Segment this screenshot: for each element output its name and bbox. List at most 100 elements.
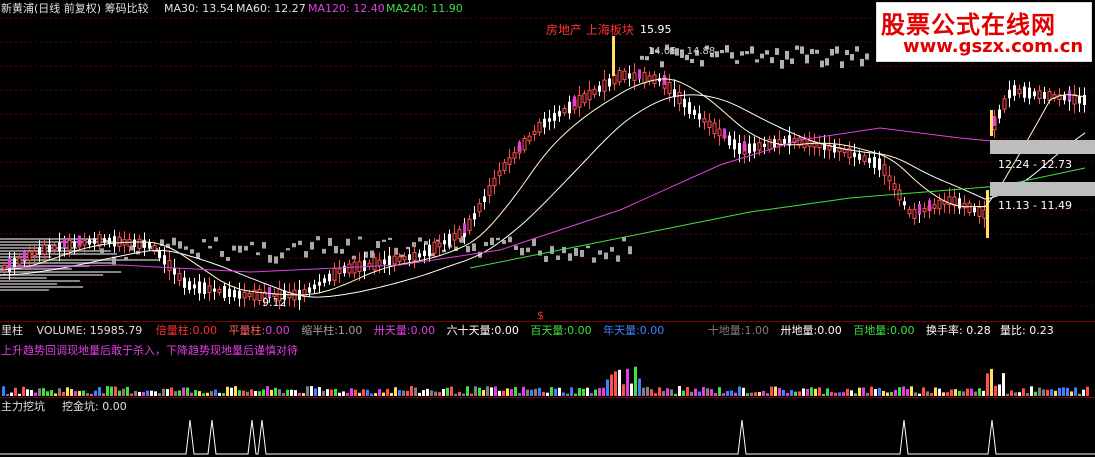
volume-bar — [1074, 387, 1077, 396]
range-box-lower — [990, 182, 1095, 196]
chip-bar — [328, 237, 332, 246]
chip-bar — [865, 53, 869, 60]
volume-bar — [382, 392, 385, 396]
candle-body — [223, 285, 226, 298]
candle-marker — [663, 75, 666, 85]
chip-bar — [805, 54, 809, 64]
volume-bar — [510, 389, 513, 396]
volume-chart[interactable] — [0, 338, 1095, 398]
chip-bar — [0, 253, 117, 255]
candle-body — [372, 257, 377, 271]
candle-body — [887, 175, 892, 182]
chip-bar — [845, 50, 849, 56]
volume-bar — [58, 388, 61, 396]
candle-body — [767, 138, 772, 151]
volume-bar — [1046, 389, 1049, 396]
volume-bar — [398, 390, 401, 396]
volume-bar — [758, 392, 761, 396]
chip-bar — [820, 60, 824, 68]
range-box-upper — [990, 140, 1095, 154]
candle-body — [388, 255, 391, 267]
candle-body — [483, 196, 486, 202]
volume-bar — [1034, 391, 1037, 396]
volume-bar — [522, 386, 525, 396]
candle-body — [647, 75, 652, 82]
candle-body — [817, 143, 822, 149]
chip-bar — [268, 254, 272, 263]
volume-bar — [230, 387, 233, 396]
candle-body — [998, 109, 1001, 119]
volume-bar — [466, 386, 469, 396]
candle-body — [133, 239, 136, 248]
volume-bar — [134, 391, 137, 396]
volume-bar — [1054, 390, 1057, 396]
chip-bar — [172, 237, 176, 246]
chip-bar — [538, 250, 542, 256]
volume-bar — [702, 387, 705, 396]
chip-bar — [830, 48, 834, 56]
volume-bar — [102, 393, 105, 396]
candle-body — [512, 152, 517, 159]
chip-bar — [346, 238, 350, 246]
volume-bar — [442, 388, 445, 396]
volume-bar — [794, 391, 797, 396]
chip-bar — [190, 249, 194, 254]
candle-body — [377, 259, 382, 267]
volume-bar — [1058, 387, 1061, 396]
candle-body — [207, 285, 212, 293]
candle-body — [602, 79, 607, 92]
volume-bar — [1022, 388, 1025, 396]
volume-bar — [594, 389, 597, 396]
volume-bar — [810, 387, 813, 396]
volume-bar — [26, 389, 29, 396]
chip-bar — [745, 51, 749, 55]
volume-bar — [470, 393, 473, 396]
vol-item-value: 0.00 — [192, 324, 217, 337]
indicator-chart[interactable] — [0, 400, 1095, 456]
candlesticks — [2, 36, 1086, 310]
volume-bar — [282, 393, 285, 396]
candle-body — [423, 250, 426, 257]
volume-bar — [738, 386, 741, 396]
candle-body — [937, 199, 942, 210]
chip-bar — [640, 55, 644, 60]
chip-bar — [790, 58, 794, 64]
chip-bar — [526, 247, 530, 253]
candle-body — [833, 144, 836, 153]
volume-bar — [550, 387, 553, 396]
volume-bar — [158, 393, 161, 396]
vol-item-label: 六十天量: — [446, 324, 495, 337]
candle-body — [452, 232, 457, 241]
candle-body — [113, 236, 116, 247]
vol-item-value: 0.00 — [265, 324, 290, 337]
chip-bar — [568, 253, 572, 261]
volume-bar — [782, 389, 785, 396]
candle-body — [1063, 95, 1066, 101]
volume-bar — [410, 386, 413, 396]
peak-range-label: 14.05 - 14.88 — [648, 46, 715, 57]
chip-bar — [562, 246, 566, 254]
volume-bar — [534, 388, 537, 396]
volume-bar — [998, 384, 1001, 396]
volume-bar — [642, 387, 645, 396]
candle-body — [577, 94, 582, 108]
volume-bar — [254, 390, 257, 396]
volume-bar — [150, 390, 153, 396]
candle-body — [457, 228, 462, 240]
candle-body — [707, 120, 712, 129]
volume-bar — [938, 388, 941, 396]
candle-body — [183, 277, 186, 288]
candle-body — [103, 238, 106, 243]
volume-bar — [562, 392, 565, 396]
volume-bar — [818, 387, 821, 396]
candle-body — [1002, 98, 1007, 110]
chip-bar — [208, 245, 212, 249]
volume-bar — [666, 388, 669, 396]
volume-bar — [390, 392, 393, 396]
chip-bar — [700, 60, 704, 67]
chip-bar — [840, 61, 844, 68]
volume-bar — [498, 390, 501, 396]
ma60-line — [0, 94, 1086, 298]
volume-bar — [606, 379, 609, 396]
candle-body — [93, 238, 96, 244]
